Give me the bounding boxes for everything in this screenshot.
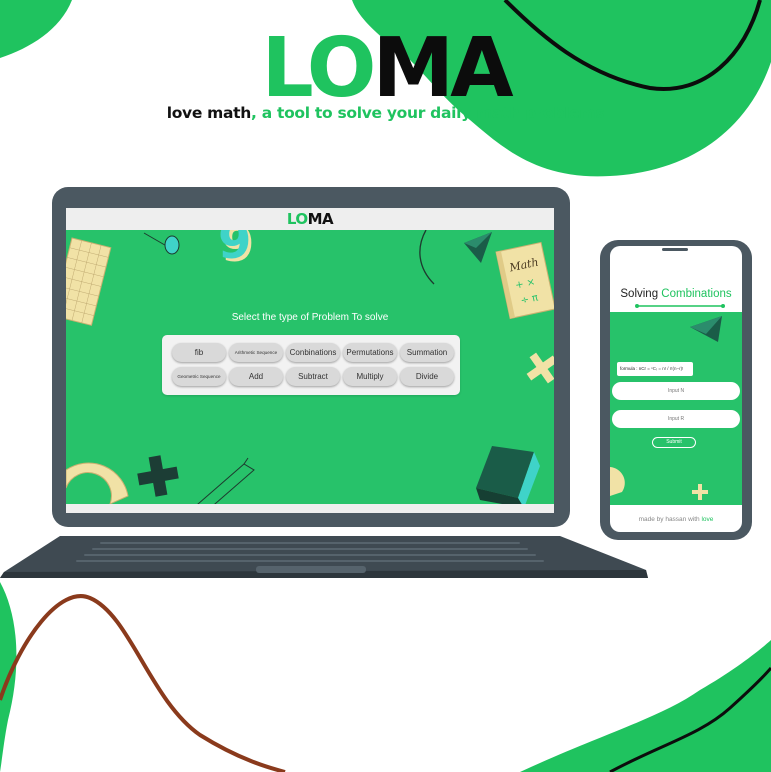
footer-highlight: love: [701, 516, 714, 523]
title-underline: [635, 304, 725, 308]
problem-button-panel: fib Arithmetic Sequence Conbinations Per…: [162, 335, 460, 395]
footer-plain: made by hassan with: [638, 516, 702, 523]
phone-decor: [610, 316, 722, 500]
laptop-base: [0, 536, 648, 578]
subtract-button[interactable]: Subtract: [286, 367, 340, 386]
phone-protractor-illustration: [610, 467, 625, 496]
cylinder-illustration: [143, 232, 180, 255]
phone-title: Solving Combinations: [610, 288, 742, 300]
arithmetic-sequence-button[interactable]: Arithmetic Sequence: [229, 343, 283, 362]
arc-illustration: [419, 229, 435, 285]
pyramid-illustration: [464, 232, 492, 263]
add-button[interactable]: Add: [229, 367, 283, 386]
geometric-sequence-button[interactable]: Geometric Sequence: [172, 367, 226, 386]
math-book-illustration: Math + × ÷ π: [495, 241, 554, 320]
fib-button[interactable]: fib: [172, 343, 226, 362]
phone-title-highlight: Combinations: [661, 288, 732, 300]
protractor-illustration: [66, 462, 129, 505]
screen-header: LOMA: [66, 208, 554, 230]
cube-illustration: [476, 446, 540, 508]
formula-box: formula : nCr = ⁿCᵣ = n! / r!(n−r)!: [617, 362, 693, 376]
laptop-screen: Math + × ÷ π 9 LOMA Select the type of P…: [66, 208, 554, 513]
permutations-button[interactable]: Permutations: [343, 343, 397, 362]
phone-footer: made by hassan with love: [610, 516, 742, 523]
input-n-field[interactable]: Input N: [612, 382, 740, 400]
tagline-black: love math: [166, 104, 252, 122]
plus-illustration-dark: [137, 455, 179, 497]
logo-ma: MA: [372, 21, 513, 116]
problem-select-title: Select the type of Problem To solve: [231, 312, 389, 323]
combinations-button[interactable]: Conbinations: [286, 343, 340, 362]
phone-speaker: [662, 248, 688, 251]
screen-logo-ma: MA: [307, 210, 334, 228]
trackpad: [256, 566, 366, 573]
formula-label: formula : nCr =: [620, 366, 650, 371]
plus-illustration-cream: [526, 352, 554, 384]
submit-button[interactable]: Submit: [652, 437, 696, 448]
summation-button[interactable]: Summation: [400, 343, 454, 362]
logo-lo: LO: [261, 21, 376, 116]
tagline: love math, a tool to solve your daily ma…: [0, 104, 771, 122]
multiply-button[interactable]: Multiply: [343, 367, 397, 386]
hero-logo: LOMA: [0, 28, 771, 110]
input-r-field[interactable]: Input R: [612, 410, 740, 428]
prism-illustration: [197, 457, 255, 511]
phone-plus-illustration: [692, 484, 708, 500]
divide-button[interactable]: Divide: [400, 367, 454, 386]
phone-screen: Solving Combinations formula : nCr = ⁿCᵣ…: [610, 246, 742, 532]
phone-title-plain: Solving: [620, 288, 662, 300]
screen-logo-lo: LO: [286, 210, 308, 228]
tagline-green: , a tool to solve your daily math proble…: [251, 104, 605, 122]
phone-form-area: formula : nCr = ⁿCᵣ = n! / r!(n−r)! Inpu…: [610, 312, 742, 505]
formula-expression: ⁿCᵣ = n! / r!(n−r)!: [651, 366, 684, 371]
screen-footer: [66, 504, 554, 513]
brown-curve-bottom-left: [0, 594, 286, 772]
